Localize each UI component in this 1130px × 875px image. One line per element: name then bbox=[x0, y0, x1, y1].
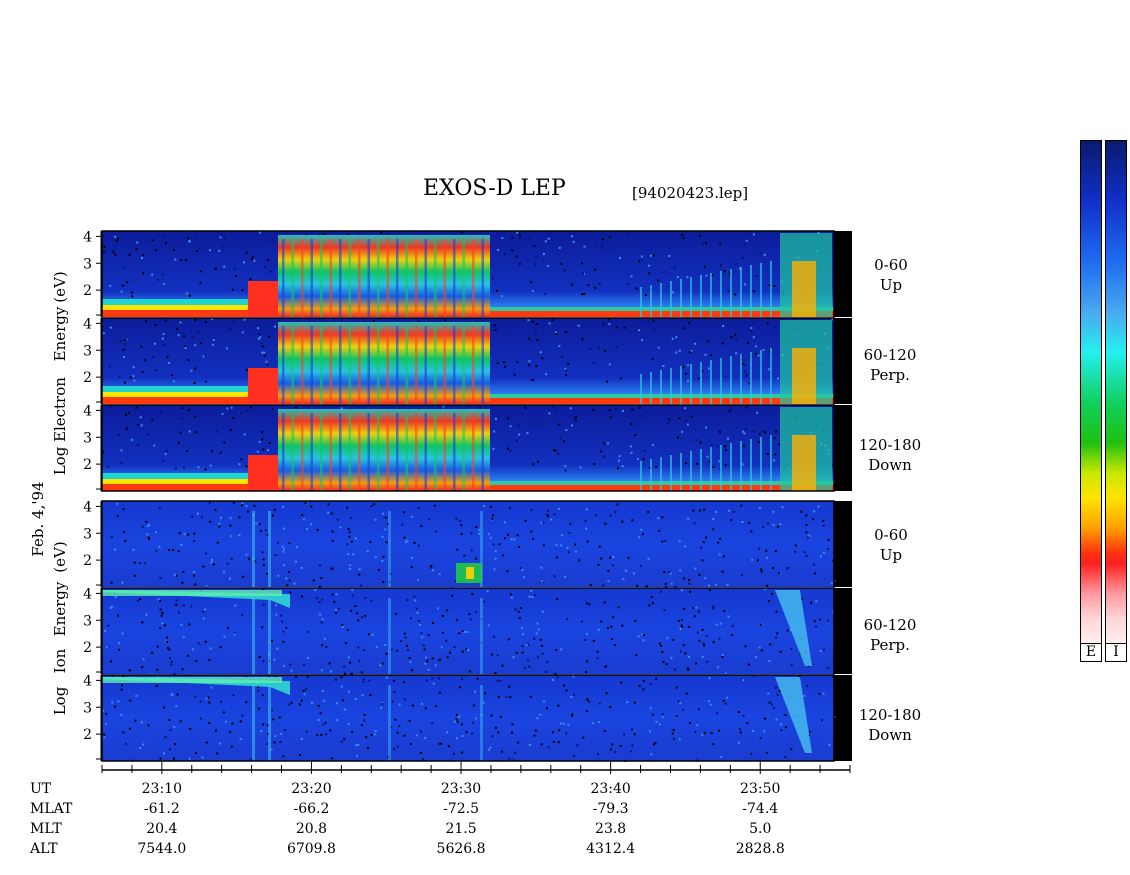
time-value-mlt: 5.0 bbox=[749, 821, 772, 837]
panel-electron-down bbox=[102, 405, 852, 491]
channel-range: 0-60 bbox=[874, 526, 908, 544]
y-tick-label: 3 bbox=[83, 343, 92, 359]
colorbar-electron bbox=[1080, 140, 1102, 645]
y-tick-label: 3 bbox=[83, 430, 92, 446]
y-tick-label: 4 bbox=[83, 499, 92, 515]
time-value-mlat: -74.4 bbox=[742, 801, 779, 817]
colorbar-ion bbox=[1105, 140, 1127, 645]
time-value-mlt: 20.8 bbox=[295, 821, 328, 837]
electron-ylabel-species: Electron bbox=[51, 377, 69, 442]
time-value-ut: 23:30 bbox=[440, 781, 482, 797]
channel-direction: Down bbox=[868, 456, 912, 474]
colorbar-ion-label: I bbox=[1105, 643, 1127, 662]
time-value-mlat: -61.2 bbox=[143, 801, 180, 817]
y-tick-label: 2 bbox=[83, 457, 92, 473]
time-value-ut: 23:50 bbox=[740, 781, 781, 797]
channel-direction: Down bbox=[868, 726, 912, 744]
ion-ylabel-unit: (eV) bbox=[51, 541, 69, 573]
time-value-ut: 23:40 bbox=[590, 781, 631, 797]
time-value-mlt: 21.5 bbox=[445, 821, 477, 837]
channel-label-e-down: 120-180 Down bbox=[850, 435, 930, 475]
channel-range: 120-180 bbox=[858, 706, 922, 724]
channel-direction: Up bbox=[879, 276, 903, 294]
time-value-alt: 4312.4 bbox=[586, 841, 636, 857]
row-label-mlt: MLT bbox=[30, 821, 62, 837]
row-label-alt: ALT bbox=[30, 841, 58, 857]
panel-electron-up bbox=[102, 231, 852, 317]
y-tick-label: 2 bbox=[83, 370, 92, 386]
y-tick-label: 4 bbox=[83, 316, 92, 332]
y-tick-label: 3 bbox=[83, 613, 92, 629]
panel-electron-perp bbox=[102, 318, 852, 404]
y-tick-label: 3 bbox=[83, 700, 92, 716]
channel-range: 60-120 bbox=[863, 616, 917, 634]
time-value-mlt: 20.4 bbox=[146, 821, 178, 837]
panel-ion-down bbox=[102, 675, 852, 762]
electron-ylabel-energy: Energy bbox=[51, 306, 69, 362]
time-value-alt: 5626.8 bbox=[436, 841, 486, 857]
channel-direction: Perp. bbox=[870, 366, 910, 384]
time-value-mlat: -66.2 bbox=[293, 801, 330, 817]
row-label-ut: UT bbox=[30, 781, 52, 797]
colorbar-electron-label: E bbox=[1080, 643, 1102, 662]
channel-label-e-up: 0-60 Up bbox=[856, 255, 926, 295]
time-value-mlt: 23.8 bbox=[595, 821, 627, 837]
y-tick-label: 4 bbox=[83, 403, 92, 419]
spectrogram-plot: 2 3 4 2 3 4 2 3 4 2 3 4 2 3 4 2 3 4 bbox=[83, 229, 852, 774]
channel-range: 60-120 bbox=[863, 346, 917, 364]
channel-range: 120-180 bbox=[858, 436, 922, 454]
panel-ion-perp bbox=[102, 588, 852, 676]
time-value-ut: 23:20 bbox=[291, 781, 332, 797]
electron-ylabel-unit: (eV) bbox=[51, 271, 69, 303]
channel-direction: Perp. bbox=[870, 636, 910, 654]
y-tick-label: 2 bbox=[83, 640, 92, 656]
ion-ylabel-log: Log bbox=[51, 686, 69, 716]
date-label: Feb. 4,'94 bbox=[29, 481, 47, 557]
channel-range: 0-60 bbox=[874, 256, 908, 274]
time-value-ut: 23:10 bbox=[141, 781, 182, 797]
y-tick-label: 2 bbox=[83, 283, 92, 299]
time-value-mlat: -79.3 bbox=[592, 801, 629, 817]
time-value-mlat: -72.5 bbox=[443, 801, 479, 817]
time-value-alt: 6709.8 bbox=[286, 841, 336, 857]
y-tick-label: 2 bbox=[83, 553, 92, 569]
channel-direction: Up bbox=[879, 546, 903, 564]
y-tick-label: 4 bbox=[83, 673, 92, 689]
ion-ylabel-energy: Energy bbox=[51, 581, 69, 637]
panel-ion-up bbox=[102, 501, 852, 589]
time-value-alt: 7544.0 bbox=[137, 841, 187, 857]
channel-label-i-down: 120-180 Down bbox=[850, 705, 930, 745]
y-tick-label: 4 bbox=[83, 586, 92, 602]
channel-label-i-perp: 60-120 Perp. bbox=[852, 615, 928, 655]
ion-ylabel-species: Ion bbox=[51, 648, 69, 674]
electron-ylabel-log: Log bbox=[51, 446, 69, 476]
channel-label-e-perp: 60-120 Perp. bbox=[852, 345, 928, 385]
time-value-alt: 2828.8 bbox=[735, 841, 785, 857]
channel-label-i-up: 0-60 Up bbox=[856, 525, 926, 565]
row-label-mlat: MLAT bbox=[30, 801, 73, 817]
y-tick-label: 2 bbox=[83, 727, 92, 743]
y-tick-label: 3 bbox=[83, 256, 92, 272]
y-tick-label: 3 bbox=[83, 526, 92, 542]
y-tick-label: 4 bbox=[83, 229, 92, 245]
